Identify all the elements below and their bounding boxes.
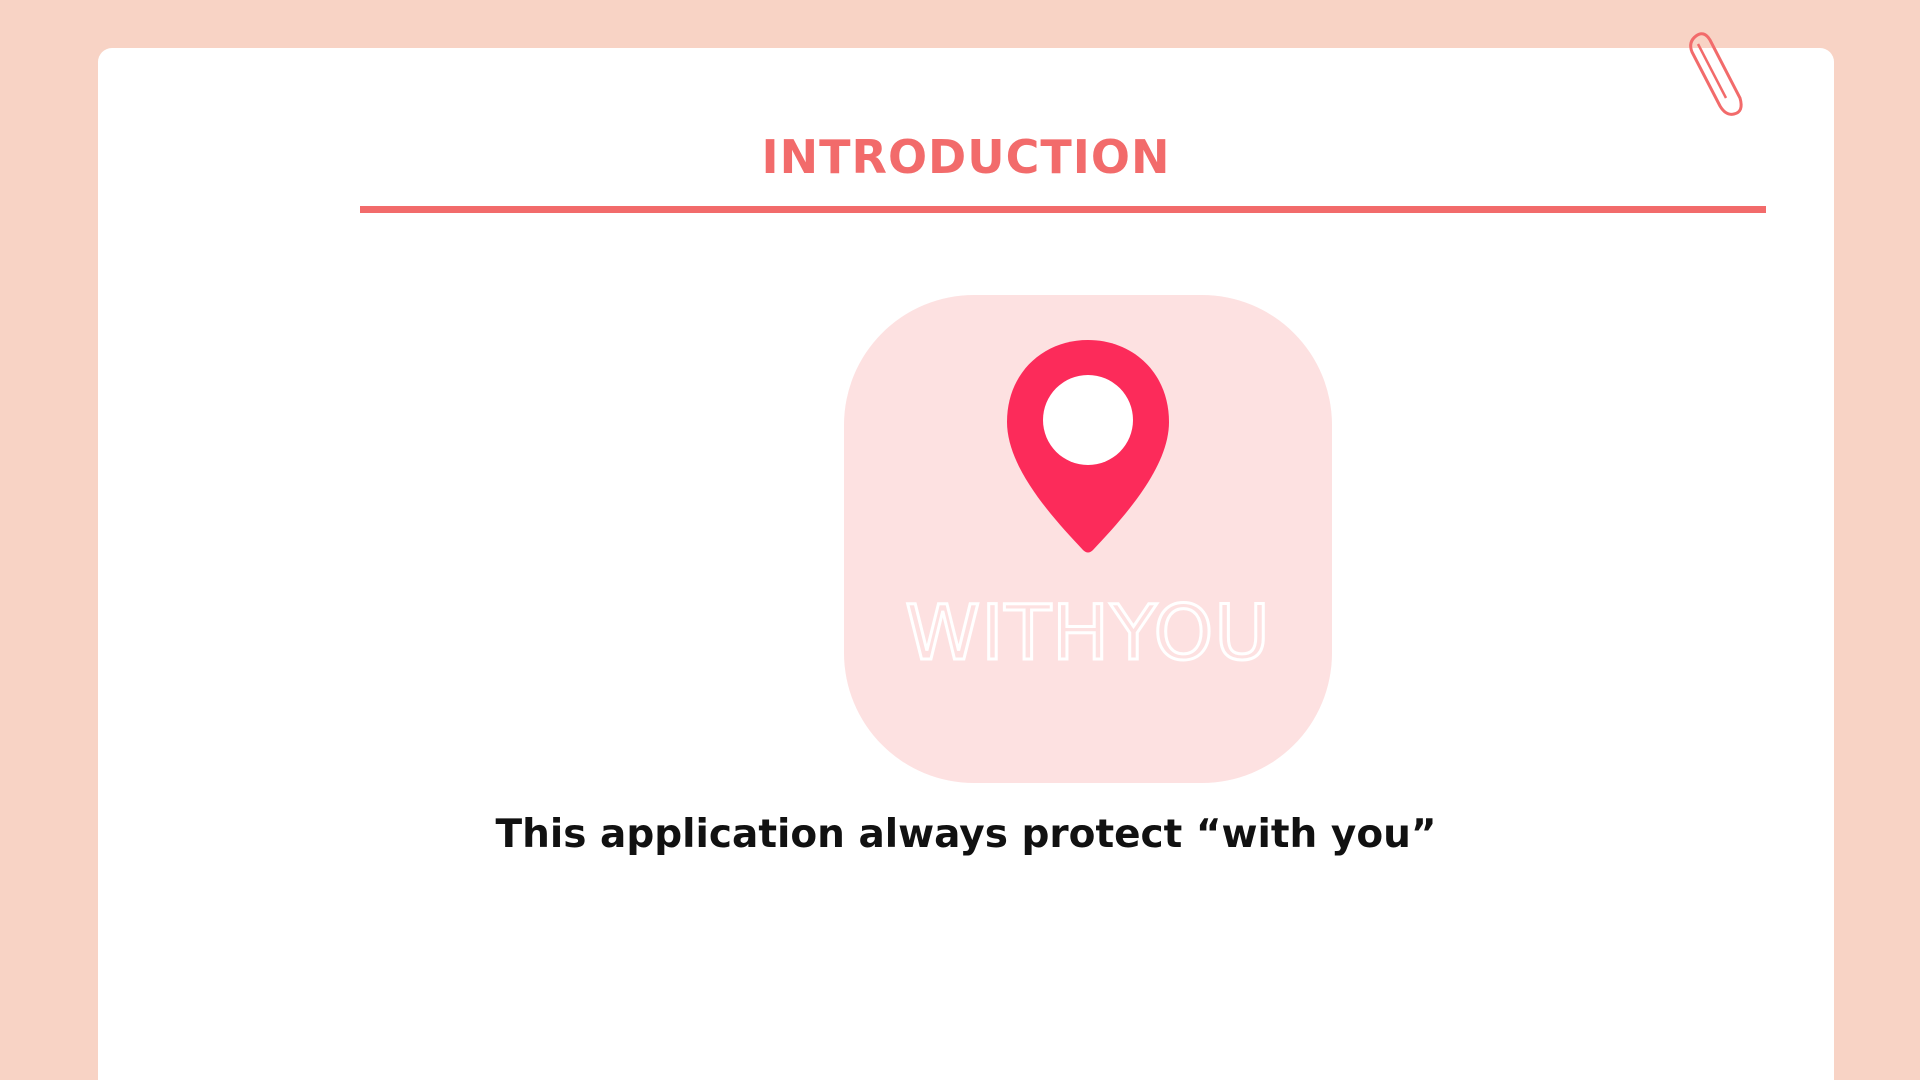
slide-card: INTRODUCTION WITHYOU This application al… — [98, 48, 1834, 1080]
title-underline — [360, 206, 1766, 213]
paperclip-icon — [1689, 32, 1743, 116]
tagline-text: This application always protect “with yo… — [495, 812, 1437, 857]
page-title: INTRODUCTION — [761, 130, 1171, 184]
app-icon-tile: WITHYOU — [844, 295, 1332, 783]
app-wordmark: WITHYOU — [904, 588, 1272, 677]
slide-stage: INTRODUCTION WITHYOU This application al… — [0, 0, 1920, 1080]
map-pin-icon — [1007, 340, 1169, 553]
